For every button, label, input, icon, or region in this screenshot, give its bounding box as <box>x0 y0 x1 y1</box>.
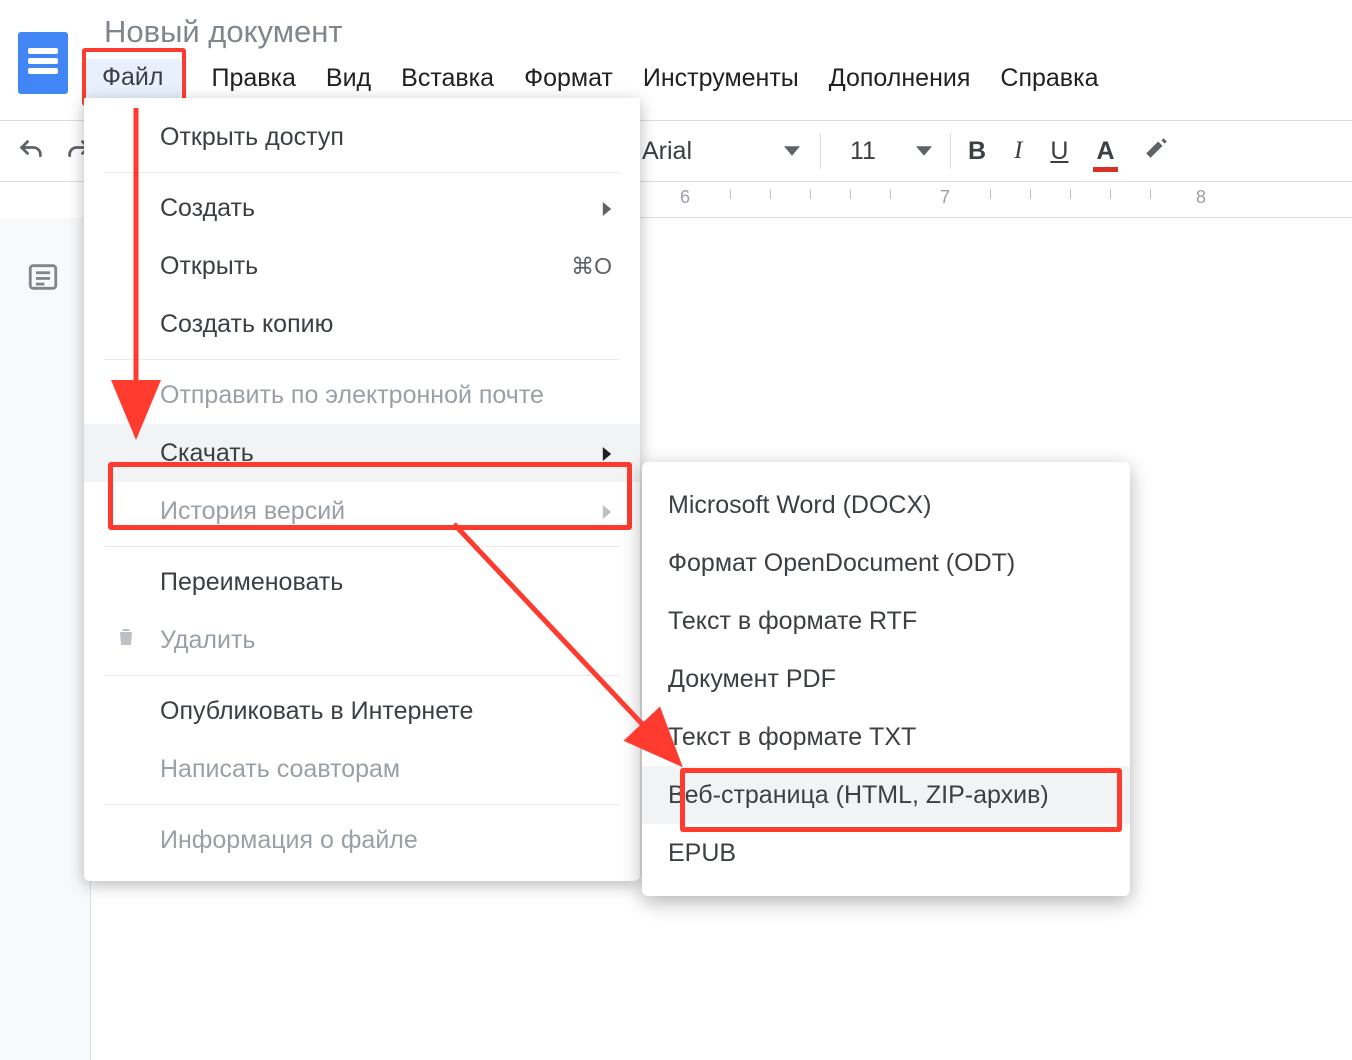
menu-item-share[interactable]: Открыть доступ <box>84 108 640 166</box>
menu-item-email: Отправить по электронной почте <box>84 366 640 424</box>
submenu-item-docx[interactable]: Microsoft Word (DOCX) <box>642 476 1130 534</box>
submenu-item-odt[interactable]: Формат OpenDocument (ODT) <box>642 534 1130 592</box>
format-group: B I U A <box>968 135 1169 168</box>
menu-item-emailcollab: Написать соавторам <box>84 740 640 798</box>
menu-separator <box>104 172 620 173</box>
docs-logo[interactable] <box>18 32 68 94</box>
divider <box>820 133 821 169</box>
highlight-color-icon[interactable] <box>1143 135 1169 168</box>
menu-item-history[interactable]: История версий <box>84 482 640 540</box>
file-menu-dropdown: Открыть доступ Создать Открыть ⌘O Создат… <box>84 98 640 881</box>
divider <box>950 133 951 169</box>
submenu-arrow-icon <box>600 497 614 526</box>
submenu-item-rtf[interactable]: Текст в формате RTF <box>642 592 1130 650</box>
submenu-item-pdf[interactable]: Документ PDF <box>642 650 1130 708</box>
menu-insert[interactable]: Вставка <box>401 64 494 93</box>
document-outline-icon[interactable] <box>26 260 60 294</box>
menubar: Файл Правка Вид Вставка Формат Инструмен… <box>84 58 1098 98</box>
menu-item-new[interactable]: Создать <box>84 179 640 237</box>
submenu-item-html[interactable]: Веб-страница (HTML, ZIP-архив) <box>642 766 1130 824</box>
text-color-swatch <box>1093 167 1117 172</box>
submenu-item-epub[interactable]: EPUB <box>642 824 1130 882</box>
menu-item-details[interactable]: Информация о файле <box>84 811 640 869</box>
font-select[interactable]: Arial <box>642 137 800 166</box>
trash-icon <box>114 625 138 656</box>
menu-item-delete: Удалить <box>84 611 640 669</box>
doc-title[interactable]: Новый документ <box>104 14 343 50</box>
text-color-button[interactable]: A <box>1096 137 1114 166</box>
italic-button[interactable]: I <box>1014 137 1022 165</box>
left-sidebar <box>0 218 91 1060</box>
menu-separator <box>104 675 620 676</box>
menu-item-download[interactable]: Скачать <box>84 424 640 482</box>
menu-separator <box>104 804 620 805</box>
menu-edit[interactable]: Правка <box>211 64 295 93</box>
caret-down-icon <box>916 137 932 166</box>
bold-button[interactable]: B <box>968 137 986 166</box>
submenu-item-txt[interactable]: Текст в формате TXT <box>642 708 1130 766</box>
menu-item-makecopy[interactable]: Создать копию <box>84 295 640 353</box>
ruler-mark: 8 <box>1196 187 1207 208</box>
menu-item-publish[interactable]: Опубликовать в Интернете <box>84 682 640 740</box>
menu-separator <box>104 359 620 360</box>
ruler-mark: 7 <box>940 187 951 208</box>
font-size-value: 11 <box>850 137 876 166</box>
menu-item-rename[interactable]: Переименовать <box>84 553 640 611</box>
shortcut-label: ⌘O <box>571 253 612 280</box>
menu-format[interactable]: Формат <box>524 64 613 93</box>
menu-separator <box>104 546 620 547</box>
download-submenu: Microsoft Word (DOCX) Формат OpenDocumen… <box>642 462 1130 896</box>
menu-view[interactable]: Вид <box>326 64 371 93</box>
menu-item-open[interactable]: Открыть ⌘O <box>84 237 640 295</box>
underline-button[interactable]: U <box>1050 137 1068 166</box>
menu-addons[interactable]: Дополнения <box>829 64 971 93</box>
font-size-select[interactable]: 11 <box>850 137 932 166</box>
menu-tools[interactable]: Инструменты <box>643 64 799 93</box>
font-name: Arial <box>642 137 692 166</box>
ruler-mark: 6 <box>680 187 691 208</box>
caret-down-icon <box>784 137 800 166</box>
menu-help[interactable]: Справка <box>1000 64 1098 93</box>
submenu-arrow-icon <box>600 194 614 223</box>
ruler: 6 7 8 <box>640 183 1352 218</box>
text-color-letter: A <box>1096 137 1114 165</box>
submenu-arrow-icon <box>600 439 614 468</box>
menu-file[interactable]: Файл <box>84 59 181 98</box>
undo-icon[interactable] <box>14 134 48 168</box>
